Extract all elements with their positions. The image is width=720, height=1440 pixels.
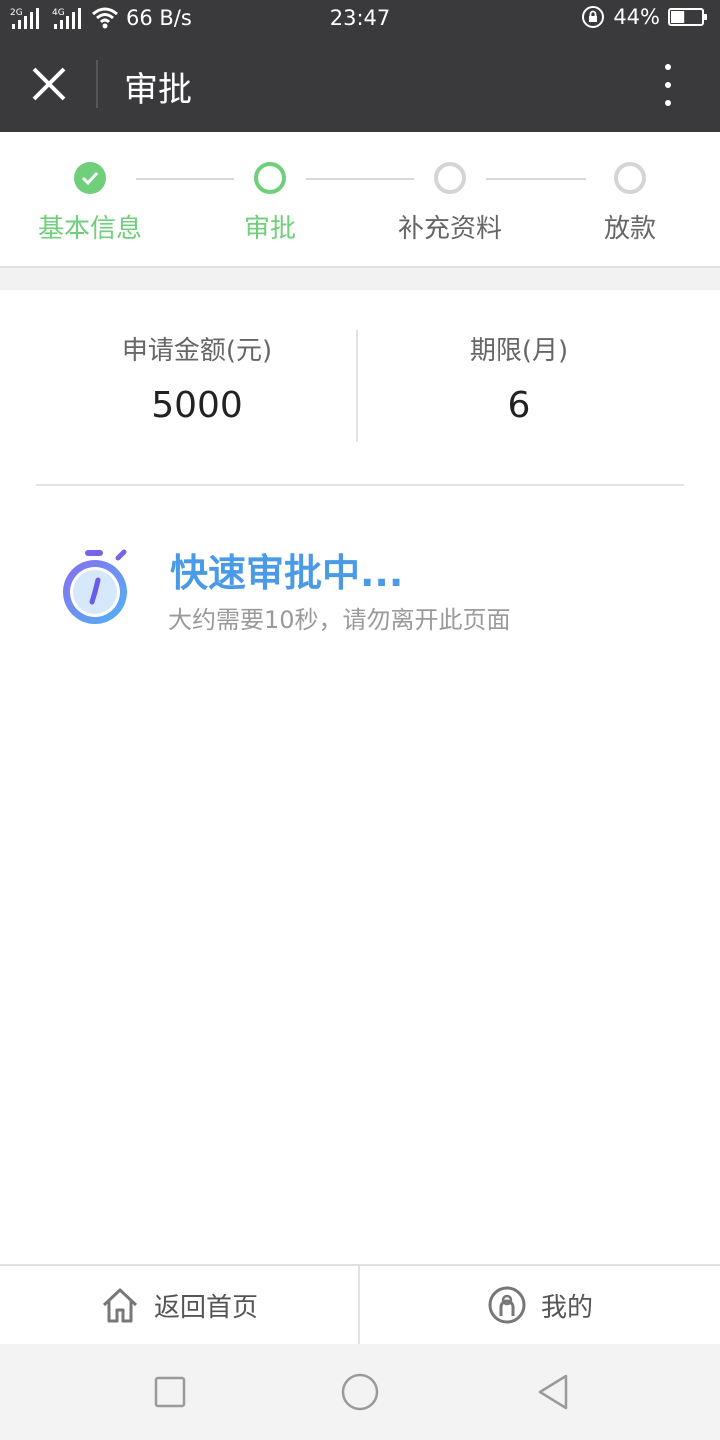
section-gap bbox=[0, 268, 720, 290]
more-dot-icon bbox=[665, 64, 671, 70]
loan-term: 期限(月) 6 bbox=[340, 330, 698, 426]
step-connector bbox=[306, 178, 414, 180]
step-pending-icon bbox=[434, 162, 466, 194]
stopwatch-icon bbox=[63, 549, 127, 624]
more-dot-icon bbox=[665, 100, 671, 106]
loan-bottom-divider bbox=[36, 484, 684, 486]
more-menu-button[interactable] bbox=[656, 64, 680, 106]
step-current-icon bbox=[254, 162, 286, 194]
nav-home-label: 返回首页 bbox=[153, 1292, 258, 1323]
rotation-lock-icon bbox=[582, 6, 605, 28]
recent-apps-icon[interactable] bbox=[150, 1372, 190, 1412]
approval-status: 快速审批中... 大约需要10秒，请勿离开此页面 bbox=[0, 520, 720, 640]
step-label-approval: 审批 bbox=[243, 214, 296, 244]
loan-term-label: 期限(月) bbox=[469, 336, 569, 366]
step-label-basic-info: 基本信息 bbox=[37, 214, 142, 244]
app-header: 审批 bbox=[0, 38, 720, 132]
step-connector bbox=[486, 178, 586, 180]
status-right: 44% bbox=[581, 5, 708, 29]
loan-amount-label: 申请金额(元) bbox=[121, 336, 273, 366]
nav-home-button[interactable]: 返回首页 bbox=[0, 1266, 358, 1344]
bottom-nav: 返回首页 我的 bbox=[0, 1264, 720, 1344]
battery-percent: 44% bbox=[613, 5, 660, 29]
close-button[interactable] bbox=[28, 63, 70, 105]
battery-icon bbox=[668, 8, 707, 26]
loan-amount-value: 5000 bbox=[151, 385, 243, 426]
step-pending-icon bbox=[614, 162, 646, 194]
page-title: 审批 bbox=[124, 70, 192, 110]
status-bar: 2G 4G 66 B/s 23:47 44% bbox=[0, 0, 720, 38]
close-icon bbox=[32, 67, 66, 101]
system-nav-bar bbox=[0, 1344, 720, 1440]
user-icon bbox=[488, 1286, 526, 1324]
progress-steps: 基本信息 审批 补充资料 放款 bbox=[0, 132, 720, 268]
check-icon bbox=[81, 171, 99, 186]
step-connector bbox=[136, 178, 234, 180]
home-circle-icon[interactable] bbox=[340, 1372, 380, 1412]
approval-title: 快速审批中... bbox=[170, 551, 404, 595]
header-divider bbox=[96, 60, 98, 108]
nav-mine-label: 我的 bbox=[540, 1292, 593, 1323]
loan-amount: 申请金额(元) 5000 bbox=[18, 330, 376, 426]
step-label-supplement: 补充资料 bbox=[397, 214, 502, 244]
more-dot-icon bbox=[665, 82, 671, 88]
loan-term-value: 6 bbox=[507, 385, 531, 426]
home-icon bbox=[102, 1288, 138, 1323]
approval-subtitle: 大约需要10秒，请勿离开此页面 bbox=[168, 606, 511, 634]
back-triangle-icon[interactable] bbox=[534, 1372, 574, 1412]
nav-mine-button[interactable]: 我的 bbox=[360, 1266, 720, 1344]
loan-summary: 申请金额(元) 5000 期限(月) 6 bbox=[0, 290, 720, 486]
step-done-icon bbox=[74, 162, 106, 194]
step-label-disbursement: 放款 bbox=[603, 214, 656, 244]
